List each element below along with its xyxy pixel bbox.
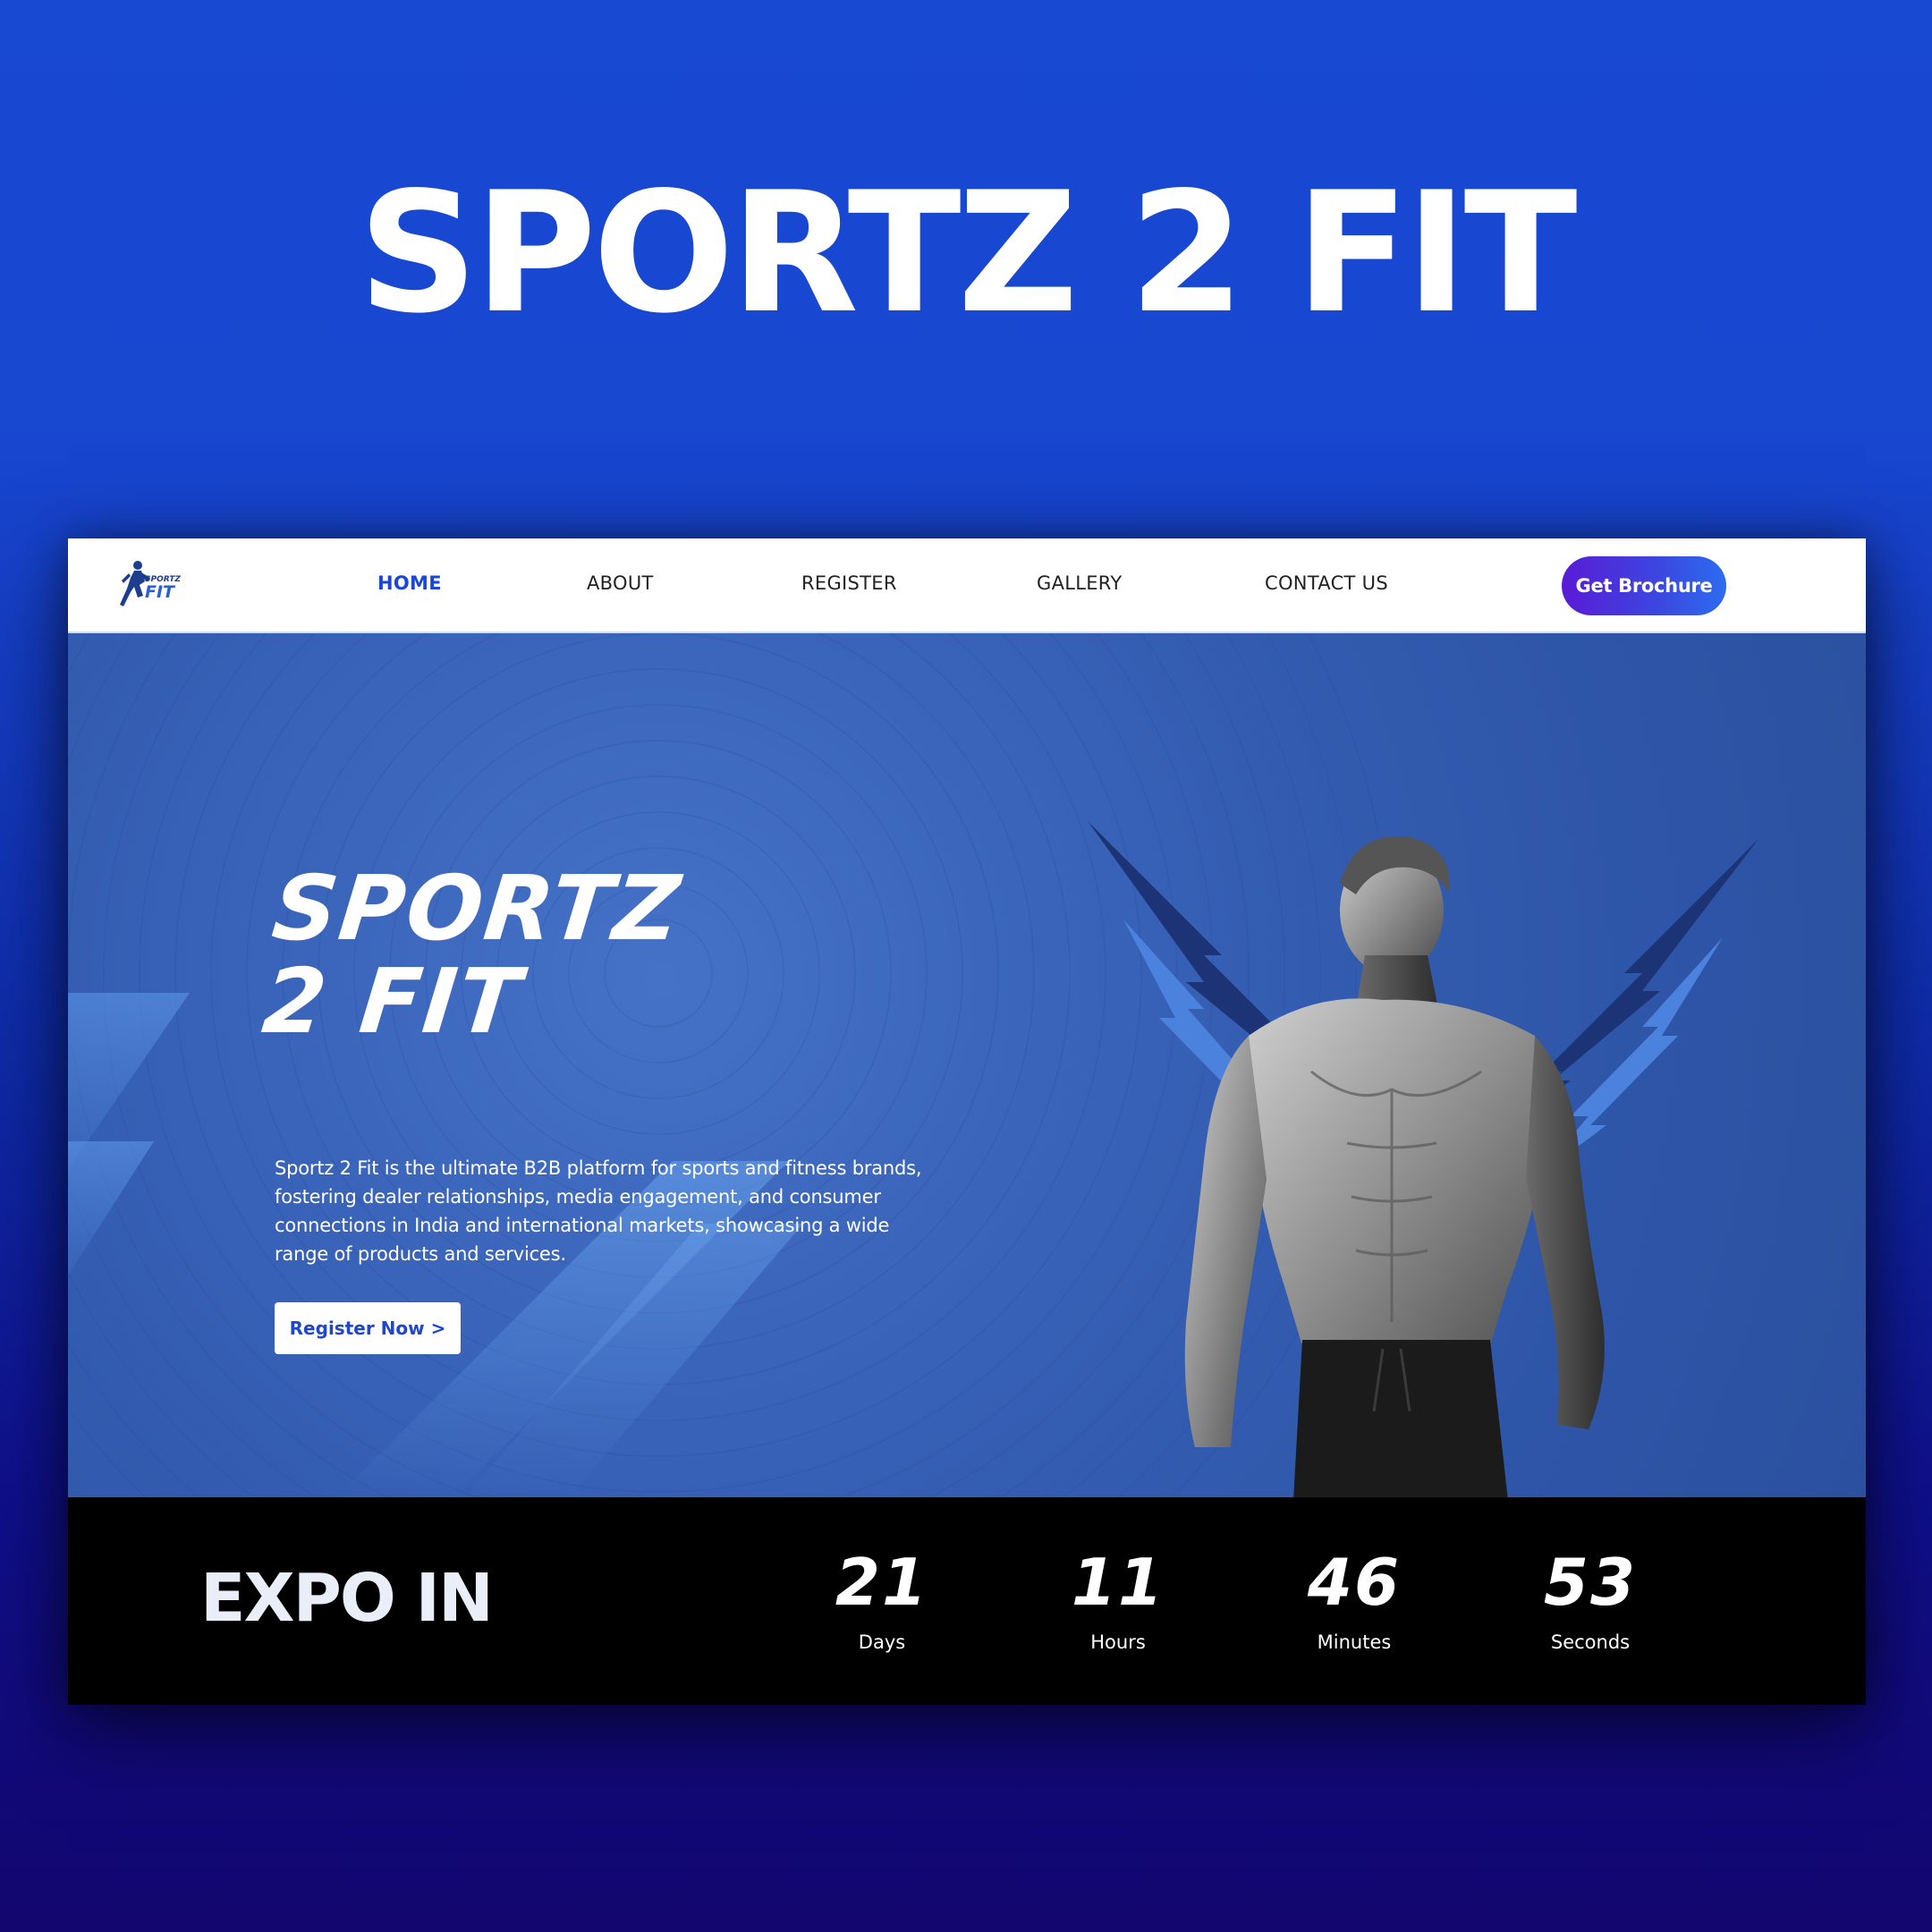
countdown-seconds-label: Seconds xyxy=(1550,1631,1631,1653)
nav-item-home[interactable]: HOME xyxy=(377,572,442,594)
countdown-seconds: 53 Seconds xyxy=(1501,1545,1680,1653)
register-now-button[interactable]: Register Now > xyxy=(275,1302,461,1354)
hero-title: SPORTZ 2 FIT xyxy=(258,856,686,1054)
nav-item-gallery[interactable]: GALLERY xyxy=(1037,572,1122,594)
athlete-hero-image xyxy=(1088,821,1758,1497)
countdown-hours-label: Hours xyxy=(1090,1631,1146,1653)
countdown-seconds-value: 53 xyxy=(1543,1545,1638,1620)
countdown-minutes-value: 46 xyxy=(1307,1545,1402,1620)
countdown-minutes-label: Minutes xyxy=(1317,1631,1392,1653)
nav-item-contact-us[interactable]: CONTACT US xyxy=(1265,572,1388,594)
countdown-minutes: 46 Minutes xyxy=(1265,1545,1444,1653)
hero-title-line-1: SPORTZ xyxy=(267,856,687,961)
countdown-days-label: Days xyxy=(858,1631,906,1653)
nav-item-about[interactable]: ABOUT xyxy=(587,572,654,594)
countdown-hours: 11 Hours xyxy=(1029,1545,1208,1653)
hero-section: SPORTZ 2 FIT Sportz 2 Fit is the ultimat… xyxy=(68,633,1866,1497)
countdown-days-value: 21 xyxy=(835,1545,929,1620)
countdown-hours-value: 11 xyxy=(1071,1545,1165,1620)
running-athlete-logo-icon: SPORTZ FIT xyxy=(120,561,181,606)
countdown-bar: EXPO IN 21 Days 11 Hours 46 Minutes 53 S… xyxy=(68,1497,1866,1705)
website-mockup: SPORTZ FIT HOME ABOUT REGISTER GALLERY C… xyxy=(68,538,1866,1705)
poster-title: SPORTZ 2 FIT xyxy=(358,156,1577,350)
get-brochure-button[interactable]: Get Brochure xyxy=(1562,556,1726,615)
nav-item-register[interactable]: REGISTER xyxy=(801,572,897,594)
site-logo[interactable]: SPORTZ FIT xyxy=(113,558,184,612)
hero-title-line-2: 2 FIT xyxy=(258,949,527,1054)
hero-description: Sportz 2 Fit is the ultimate B2B platfor… xyxy=(275,1157,922,1265)
logo-text-bottom: FIT xyxy=(145,582,176,602)
countdown-days: 21 Days xyxy=(792,1545,971,1653)
expo-in-label: EXPO IN xyxy=(200,1560,494,1637)
navbar: SPORTZ FIT HOME ABOUT REGISTER GALLERY C… xyxy=(68,538,1866,633)
